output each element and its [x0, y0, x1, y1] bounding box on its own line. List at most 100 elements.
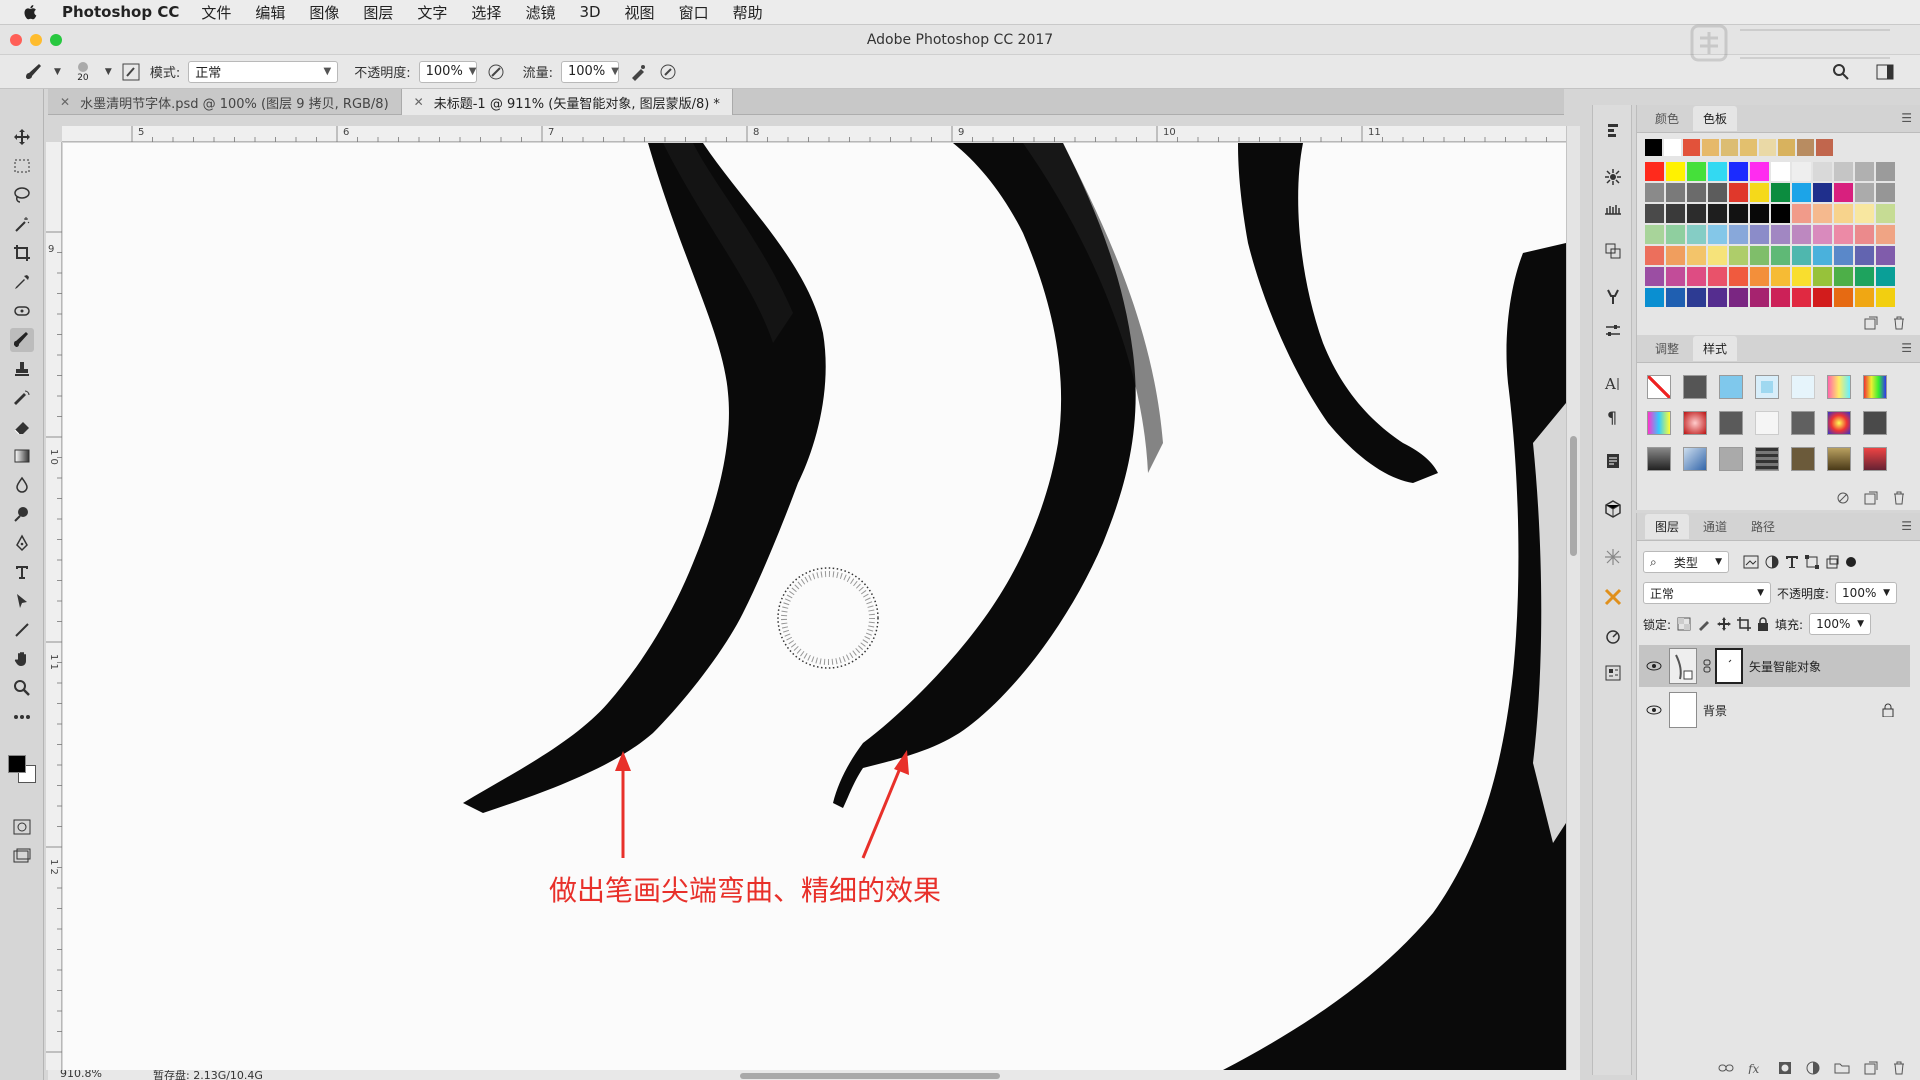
- style-preset[interactable]: [1863, 411, 1887, 435]
- color-swatch[interactable]: [1729, 288, 1748, 307]
- style-preset[interactable]: [1827, 375, 1851, 399]
- tab-channels[interactable]: 通道: [1693, 514, 1737, 539]
- color-swatch[interactable]: [1708, 225, 1727, 244]
- style-preset[interactable]: [1827, 411, 1851, 435]
- foreground-color-swatch[interactable]: [8, 755, 26, 773]
- style-preset[interactable]: [1719, 411, 1743, 435]
- color-swatch[interactable]: [1855, 204, 1874, 223]
- color-swatch[interactable]: [1855, 183, 1874, 202]
- lock-transparent-icon[interactable]: [1677, 617, 1691, 631]
- style-preset[interactable]: [1683, 411, 1707, 435]
- type-tool[interactable]: [10, 560, 34, 584]
- libraries-button[interactable]: [1601, 239, 1625, 263]
- layer-name[interactable]: 背景: [1703, 702, 1882, 719]
- style-preset[interactable]: [1647, 447, 1671, 471]
- color-swatch[interactable]: [1792, 204, 1811, 223]
- style-preset[interactable]: [1683, 447, 1707, 471]
- canvas-horizontal-scrollbar[interactable]: [740, 1073, 1000, 1079]
- filter-adjustment-icon[interactable]: [1765, 555, 1779, 569]
- close-window-button[interactable]: [10, 34, 22, 46]
- color-swatch[interactable]: [1792, 225, 1811, 244]
- panel-menu-icon[interactable]: ☰: [1901, 341, 1912, 355]
- color-swatch[interactable]: [1645, 183, 1664, 202]
- color-swatch[interactable]: [1771, 288, 1790, 307]
- layer-thumbnail[interactable]: [1669, 692, 1697, 728]
- color-swatch[interactable]: [1813, 162, 1832, 181]
- layer-row-smart-object[interactable]: 矢量智能对象: [1639, 645, 1910, 687]
- mode-select[interactable]: 正常 ▼: [188, 60, 339, 83]
- color-swatch[interactable]: [1855, 162, 1874, 181]
- tab-swatches[interactable]: 色板: [1693, 106, 1738, 131]
- color-swatch[interactable]: [1708, 183, 1727, 202]
- filter-smart-object-icon[interactable]: [1825, 555, 1839, 569]
- screen-mode-button[interactable]: [10, 844, 34, 868]
- ruler-horizontal[interactable]: 5 6 7 8 9 10 11: [62, 126, 1566, 142]
- dodge-tool[interactable]: [10, 502, 34, 526]
- color-swatch[interactable]: [1876, 162, 1895, 181]
- layer-kind-filter[interactable]: ⌕ 类型 ▼: [1643, 551, 1729, 573]
- panel-menu-icon[interactable]: ☰: [1901, 111, 1912, 125]
- style-preset-none[interactable]: [1647, 375, 1671, 399]
- color-swatch[interactable]: [1666, 267, 1685, 286]
- style-preset[interactable]: [1863, 375, 1887, 399]
- color-swatch[interactable]: [1813, 183, 1832, 202]
- visibility-eye-icon[interactable]: [1639, 661, 1669, 671]
- color-swatch[interactable]: [1876, 288, 1895, 307]
- color-swatch[interactable]: [1771, 267, 1790, 286]
- scrollbar-thumb[interactable]: [1570, 436, 1577, 556]
- filter-shape-icon[interactable]: [1805, 555, 1819, 569]
- color-swatch[interactable]: [1813, 204, 1832, 223]
- color-swatch[interactable]: [1666, 288, 1685, 307]
- recent-swatch[interactable]: [1664, 139, 1681, 156]
- zoom-tool[interactable]: [10, 676, 34, 700]
- menu-help[interactable]: 帮助: [733, 2, 763, 23]
- actions-button[interactable]: [1601, 661, 1625, 685]
- color-swatches[interactable]: [6, 753, 38, 785]
- style-preset[interactable]: [1719, 375, 1743, 399]
- pen-tool[interactable]: [10, 531, 34, 555]
- color-swatch[interactable]: [1750, 267, 1769, 286]
- color-swatch[interactable]: [1729, 162, 1748, 181]
- visibility-eye-icon[interactable]: [1639, 705, 1669, 715]
- chevron-down-icon[interactable]: ▼: [54, 67, 61, 77]
- close-icon[interactable]: ✕: [60, 95, 70, 109]
- color-swatch[interactable]: [1855, 288, 1874, 307]
- color-swatch[interactable]: [1813, 225, 1832, 244]
- layer-mask-thumbnail[interactable]: [1715, 648, 1743, 684]
- minimize-window-button[interactable]: [30, 34, 42, 46]
- color-swatch[interactable]: [1792, 267, 1811, 286]
- color-swatch[interactable]: [1750, 162, 1769, 181]
- color-swatch[interactable]: [1708, 246, 1727, 265]
- color-swatch[interactable]: [1876, 246, 1895, 265]
- color-swatch[interactable]: [1750, 288, 1769, 307]
- eraser-tool[interactable]: [10, 415, 34, 439]
- tab-document-1[interactable]: ✕ 水墨清明节字体.psd @ 100% (图层 9 拷贝, RGB/8): [48, 89, 402, 115]
- color-swatch[interactable]: [1687, 267, 1706, 286]
- color-swatch[interactable]: [1687, 204, 1706, 223]
- menu-layer[interactable]: 图层: [363, 2, 393, 23]
- menu-type[interactable]: 文字: [417, 2, 447, 23]
- pressure-opacity-button[interactable]: [485, 61, 507, 83]
- color-swatch[interactable]: [1834, 162, 1853, 181]
- panel-menu-icon[interactable]: ☰: [1901, 519, 1912, 533]
- lock-all-icon[interactable]: [1757, 617, 1769, 631]
- layer-fill-input[interactable]: 100% ▼: [1809, 613, 1872, 635]
- new-style-icon[interactable]: [1864, 491, 1878, 505]
- menu-app-name[interactable]: Photoshop CC: [62, 3, 179, 21]
- color-swatch[interactable]: [1792, 162, 1811, 181]
- clone-stamp-tool[interactable]: [10, 357, 34, 381]
- add-mask-icon[interactable]: [1778, 1061, 1792, 1075]
- apple-icon[interactable]: [22, 3, 40, 21]
- color-swatch[interactable]: [1834, 225, 1853, 244]
- color-swatch[interactable]: [1687, 183, 1706, 202]
- color-swatch[interactable]: [1729, 267, 1748, 286]
- color-swatch[interactable]: [1855, 225, 1874, 244]
- color-swatch[interactable]: [1645, 288, 1664, 307]
- style-preset[interactable]: [1791, 411, 1815, 435]
- notes-panel-button[interactable]: [1601, 449, 1625, 473]
- layer-opacity-input[interactable]: 100% ▼: [1835, 582, 1898, 604]
- color-swatch[interactable]: [1645, 267, 1664, 286]
- magic-wand-tool[interactable]: [10, 212, 34, 236]
- color-swatch[interactable]: [1792, 183, 1811, 202]
- recent-swatch[interactable]: [1797, 139, 1814, 156]
